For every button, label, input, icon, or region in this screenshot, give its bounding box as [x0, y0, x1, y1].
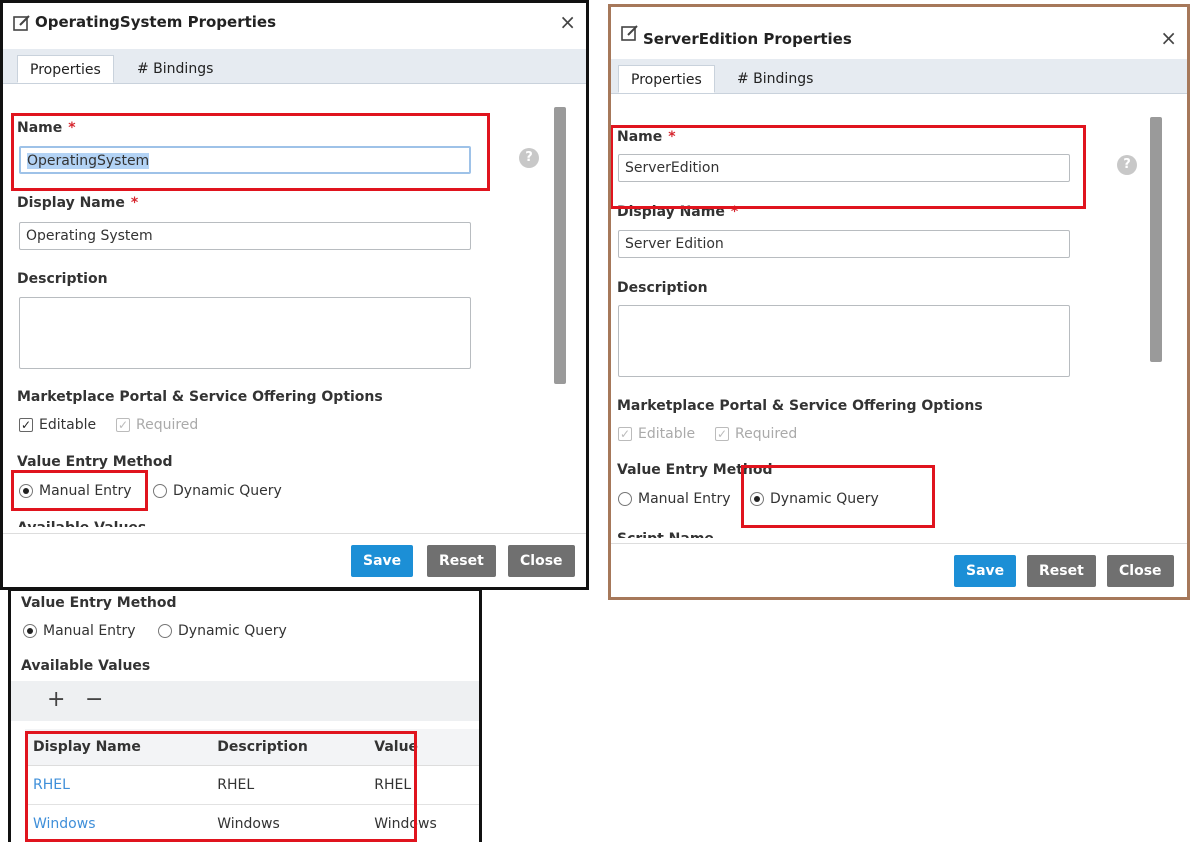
- reset-button[interactable]: Reset: [427, 545, 496, 577]
- options-heading: Marketplace Portal & Service Offering Op…: [17, 389, 383, 405]
- required-checkbox: ✓ Required: [116, 417, 199, 433]
- tab-bindings[interactable]: # Bindings: [725, 65, 825, 93]
- manual-entry-radio[interactable]: Manual Entry: [618, 491, 731, 507]
- remove-icon[interactable]: −: [85, 687, 103, 712]
- name-input[interactable]: ServerEdition: [618, 154, 1070, 182]
- radio-empty-icon: [158, 624, 172, 638]
- tab-properties[interactable]: Properties: [17, 55, 114, 83]
- checkbox-checked-icon: ✓: [715, 427, 729, 441]
- dialog-titlebar: ServerEdition Properties ×: [611, 7, 1187, 50]
- name-input[interactable]: OperatingSystem: [19, 146, 471, 174]
- manual-entry-radio[interactable]: Manual Entry: [19, 483, 132, 499]
- values-toolbar: + −: [11, 681, 479, 721]
- manual-entry-radio[interactable]: Manual Entry: [23, 623, 136, 639]
- available-values-table: Display Name Description Value RHEL RHEL…: [25, 729, 479, 842]
- value-entry-method-label: Value Entry Method: [21, 595, 177, 611]
- radio-selected-icon: [23, 624, 37, 638]
- description-label: Description: [617, 280, 708, 296]
- available-values-cutoff-label: Available Values: [17, 520, 146, 527]
- checkbox-checked-icon: ✓: [618, 427, 632, 441]
- description-input[interactable]: [19, 297, 471, 369]
- column-header-description[interactable]: Description: [209, 729, 367, 766]
- script-name-cutoff-label: Script Name: [617, 531, 714, 538]
- editable-checkbox[interactable]: ✓ Editable: [19, 417, 96, 433]
- close-button[interactable]: Close: [1107, 555, 1174, 587]
- dialog-titlebar: OperatingSystem Properties ×: [3, 3, 586, 43]
- cell-value: Windows: [366, 804, 479, 842]
- radio-empty-icon: [153, 484, 167, 498]
- dialog-footer: Save Reset Close: [3, 533, 586, 587]
- description-input[interactable]: [618, 305, 1070, 377]
- radio-selected-icon: [19, 484, 33, 498]
- checkbox-checked-icon: ✓: [116, 418, 130, 432]
- description-label: Description: [17, 271, 108, 287]
- options-heading: Marketplace Portal & Service Offering Op…: [617, 398, 983, 414]
- dialog-title: ServerEdition Properties: [643, 30, 852, 48]
- close-icon[interactable]: ×: [1160, 26, 1177, 50]
- display-name-label: Display Name *: [617, 204, 739, 220]
- cell-description: Windows: [209, 804, 367, 842]
- dynamic-query-radio[interactable]: Dynamic Query: [750, 491, 879, 507]
- column-header-display-name[interactable]: Display Name: [25, 729, 210, 766]
- display-name-input[interactable]: Operating System: [19, 222, 471, 250]
- cell-display-name[interactable]: Windows: [25, 804, 210, 842]
- tab-properties[interactable]: Properties: [618, 65, 715, 93]
- name-label: Name *: [617, 129, 676, 145]
- editable-checkbox: ✓ Editable: [618, 426, 696, 442]
- cell-description: RHEL: [209, 765, 367, 805]
- name-label: Name *: [17, 120, 76, 136]
- edit-icon: [13, 15, 30, 31]
- tab-bindings[interactable]: # Bindings: [125, 55, 225, 83]
- value-entry-method-label: Value Entry Method: [617, 462, 773, 478]
- save-button[interactable]: Save: [351, 545, 414, 577]
- cell-value: RHEL: [366, 765, 479, 805]
- dynamic-query-radio[interactable]: Dynamic Query: [158, 623, 287, 639]
- help-icon[interactable]: ?: [1117, 155, 1137, 175]
- operating-system-properties-dialog: OperatingSystem Properties × Properties …: [0, 0, 589, 590]
- radio-empty-icon: [618, 492, 632, 506]
- close-button[interactable]: Close: [508, 545, 575, 577]
- scrollbar[interactable]: [1150, 117, 1162, 362]
- available-values-label: Available Values: [21, 658, 151, 674]
- close-icon[interactable]: ×: [559, 10, 576, 34]
- table-row[interactable]: Windows Windows Windows: [25, 804, 479, 842]
- radio-selected-icon: [750, 492, 764, 506]
- column-header-value[interactable]: Value: [366, 729, 479, 766]
- required-checkbox: ✓ Required: [715, 426, 798, 442]
- available-values-panel: Value Entry Method Manual Entry Dynamic …: [8, 588, 482, 842]
- edit-icon: [621, 25, 638, 41]
- save-button[interactable]: Save: [954, 555, 1017, 587]
- dialog-title: OperatingSystem Properties: [35, 13, 277, 31]
- display-name-input[interactable]: Server Edition: [618, 230, 1070, 258]
- table-row[interactable]: RHEL RHEL RHEL: [25, 765, 479, 805]
- checkbox-checked-icon: ✓: [19, 418, 33, 432]
- display-name-label: Display Name *: [17, 195, 139, 211]
- add-icon[interactable]: +: [47, 687, 65, 712]
- dynamic-query-radio[interactable]: Dynamic Query: [153, 483, 282, 499]
- reset-button[interactable]: Reset: [1027, 555, 1096, 587]
- dialog-footer: Save Reset Close: [611, 543, 1187, 597]
- cell-display-name[interactable]: RHEL: [25, 765, 210, 805]
- value-entry-method-label: Value Entry Method: [17, 454, 173, 470]
- help-icon[interactable]: ?: [519, 148, 539, 168]
- server-edition-properties-dialog: ServerEdition Properties × Properties # …: [608, 4, 1190, 600]
- table-header-row: Display Name Description Value: [25, 729, 479, 766]
- tab-bar: Properties # Bindings: [611, 59, 1187, 94]
- tab-bar: Properties # Bindings: [3, 49, 586, 84]
- scrollbar[interactable]: [554, 107, 566, 384]
